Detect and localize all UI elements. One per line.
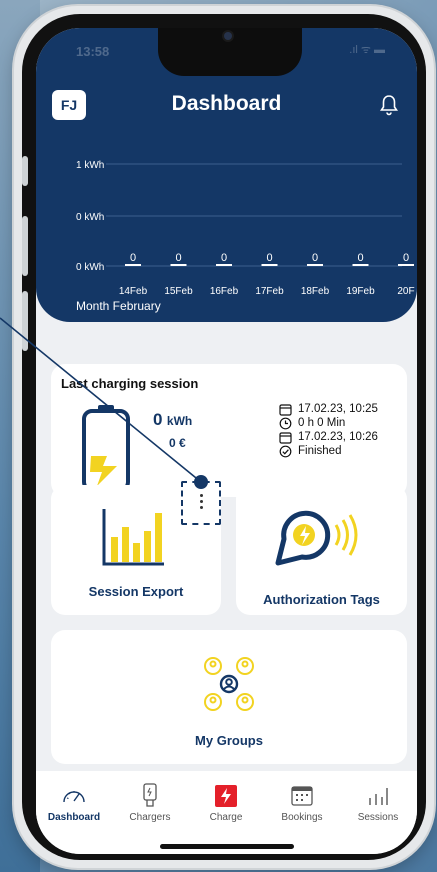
chart-y-label: 0 kWh: [76, 212, 104, 223]
chart-value-label: 0: [221, 252, 227, 264]
authorization-tags-card[interactable]: Authorization Tags: [236, 485, 407, 615]
chart-value-label: 0: [130, 252, 136, 264]
speedometer-icon: [63, 791, 85, 803]
session-details: 17.02.23, 10:25 0 h 0 Min 17.02.23, 10:2…: [279, 402, 399, 458]
rfid-tag-icon: [275, 510, 358, 566]
chart-bar: [398, 264, 414, 266]
lightning-icon: [215, 785, 237, 807]
calendar-icon: [291, 786, 313, 806]
chart-x-label: 16Feb: [210, 286, 239, 294]
my-groups-label: My Groups: [195, 733, 263, 748]
session-export-label: Session Export: [88, 584, 184, 599]
status-icons: .ıl ᯤ ▬: [349, 44, 385, 56]
session-duration-text: 0 h 0 Min: [298, 417, 346, 429]
tab-sessions-label: Sessions: [357, 812, 399, 823]
my-groups-card[interactable]: My Groups: [51, 630, 407, 764]
chart-bar: [307, 264, 323, 266]
bar-chart-icon: [102, 509, 164, 566]
session-start: 17.02.23, 10:25: [279, 402, 399, 416]
cost-value: 0 €: [169, 436, 186, 450]
chart-bar: [125, 264, 141, 266]
chart-bar: [216, 264, 232, 266]
camera-icon: [224, 32, 232, 40]
chart-y-label: 1 kWh: [76, 160, 104, 171]
chart-x-label: 17Feb: [255, 286, 284, 294]
tab-chargers[interactable]: Chargers: [112, 783, 188, 823]
chart-bar: [170, 264, 187, 266]
session-start-text: 17.02.23, 10:25: [298, 403, 378, 415]
month-label: Month February: [76, 299, 161, 313]
chart-value-label: 0: [403, 252, 409, 264]
group-users-icon: [204, 657, 254, 711]
tab-chargers-label: Chargers: [129, 812, 171, 823]
authorization-tags-label: Authorization Tags: [263, 592, 380, 607]
bell-icon[interactable]: [379, 94, 399, 116]
last-charging-session-card[interactable]: Last charging session 0 kWh 0 € 17.02.23…: [51, 364, 407, 497]
chart-y-label: 0 kWh: [76, 262, 104, 273]
clock-icon: [279, 417, 292, 429]
kwh-value: 0: [153, 410, 163, 429]
check-circle-icon: [279, 445, 292, 457]
app-screen: 13:58 .ıl ᯤ ▬ FJ Dashboard 1 kWh 0 kWh 0 k…: [36, 28, 417, 854]
calendar-icon: [279, 403, 292, 416]
tab-sessions[interactable]: Sessions: [340, 783, 416, 823]
session-status-text: Finished: [298, 445, 342, 457]
bottom-tab-bar: Dashboard Chargers Charge Bookings Sessi…: [36, 771, 417, 854]
session-end-text: 17.02.23, 10:26: [298, 431, 378, 443]
energy-value: 0 kWh: [153, 410, 192, 430]
bar-chart-icon: [369, 788, 388, 805]
status-time: 13:58: [76, 44, 110, 59]
charger-icon: [143, 783, 157, 807]
volume-up-button: [22, 216, 28, 276]
chart-x-label: 15Feb: [164, 286, 193, 294]
energy-chart: 1 kWh 0 kWh 0 kWh 0 14Feb 0 15Feb 0 16Feb 0 17Feb 0…: [76, 160, 415, 294]
chart-x-label: 18Feb: [301, 286, 330, 294]
home-indicator: [160, 844, 294, 849]
chart-bar: [261, 264, 278, 266]
pointer-dot: [194, 475, 208, 489]
tab-bookings[interactable]: Bookings: [264, 783, 340, 823]
calendar-icon: [279, 431, 292, 444]
chart-x-label: 19Feb: [346, 286, 375, 294]
chart-x-label: 20F: [397, 286, 414, 294]
notch: [158, 28, 302, 76]
chart-value-label: 0: [266, 252, 272, 264]
chart-value-label: 0: [175, 252, 181, 264]
kebab-menu-icon[interactable]: [200, 494, 204, 512]
tab-dashboard-label: Dashboard: [47, 812, 101, 823]
tab-dashboard[interactable]: Dashboard: [36, 783, 112, 823]
silent-switch: [22, 156, 28, 186]
session-status: Finished: [279, 444, 399, 458]
kwh-unit: kWh: [166, 414, 193, 428]
battery-icon: [82, 405, 130, 492]
page-title: Dashboard: [171, 92, 282, 115]
session-end: 17.02.23, 10:26: [279, 430, 399, 444]
chart-value-label: 0: [357, 252, 363, 264]
tab-bookings-label: Bookings: [281, 812, 323, 823]
tab-charge[interactable]: Charge: [188, 783, 264, 823]
session-duration: 0 h 0 Min: [279, 416, 399, 430]
volume-down-button: [22, 291, 28, 351]
last-session-title: Last charging session: [61, 376, 199, 391]
tab-charge-label: Charge: [209, 812, 243, 823]
chart-value-label: 0: [312, 252, 318, 264]
chart-x-label: 14Feb: [119, 286, 148, 294]
chart-bar: [352, 264, 369, 266]
